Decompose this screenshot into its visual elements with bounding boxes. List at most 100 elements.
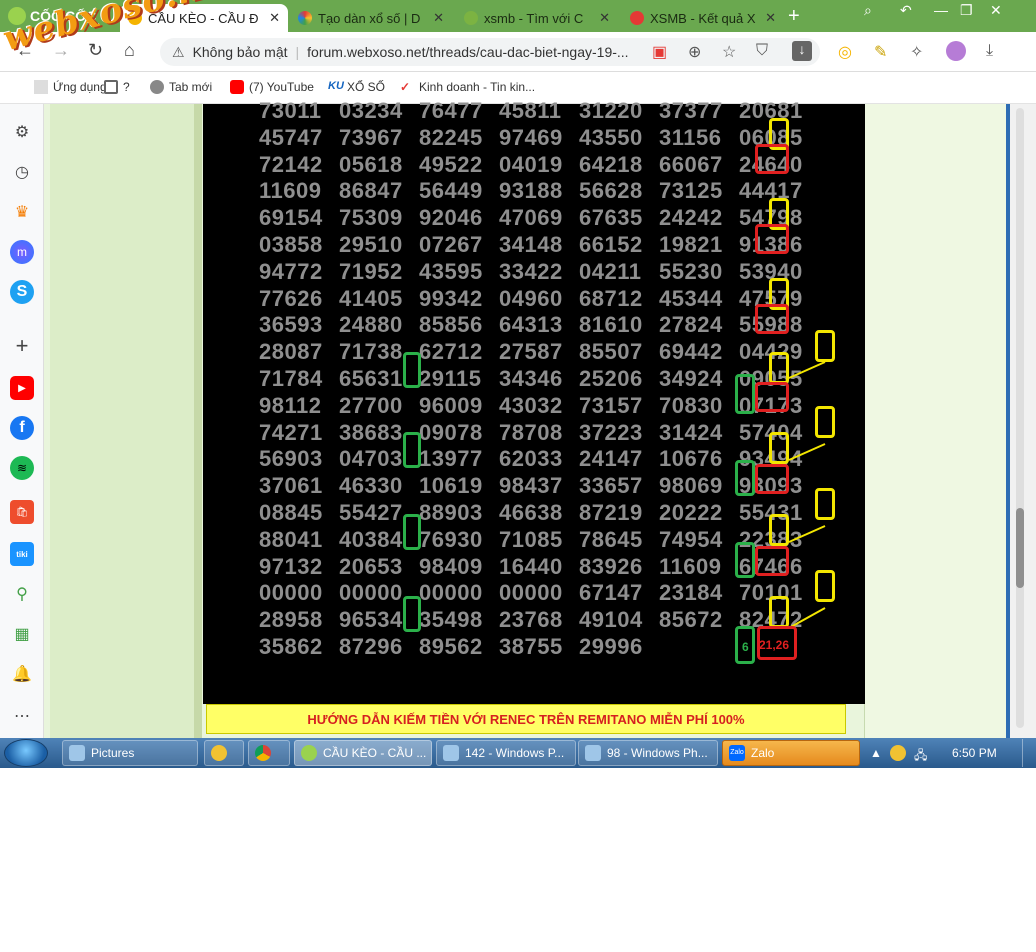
web-page: 73011 03234 76477 45811 31220 37377 20681 45747… [44,98,1006,740]
restore-icon[interactable]: ❐ [960,2,973,19]
promo-banner[interactable]: HƯỚNG DẪN KIẾM TIỀN VỚI RENEC TRÊN REMIT… [206,704,846,734]
shopee-icon[interactable]: 🛍 [10,500,34,524]
taskbar-label: Pictures [91,746,135,760]
reload-icon[interactable]: ↻ [88,40,103,61]
bookmark-label: Tab mới [169,80,213,94]
page-left-margin [50,104,200,740]
settings-icon[interactable]: ⚙ [10,120,34,144]
bookmark-folder[interactable]: ? [104,80,130,94]
minimize-icon[interactable]: — [934,2,948,18]
download-video-icon[interactable]: ↓ [792,41,812,61]
coccoc-game-icon[interactable]: ⚲ [10,582,34,606]
coccoc-icon [301,745,317,761]
taskbar-zalo[interactable]: Zalo Zalo [722,740,860,766]
facebook-icon[interactable]: f [10,416,34,440]
spotify-icon[interactable]: ≋ [10,456,34,480]
back-history-icon[interactable]: ↶ [900,2,912,19]
youtube-icon[interactable]: ▶ [10,376,34,400]
ku-icon: KU [328,80,344,92]
connector-line [788,443,826,461]
connector-lines [788,361,826,629]
taskbar-label: Zalo [751,746,775,760]
folder-icon [69,745,85,761]
photo-viewer-icon [443,745,459,761]
promo-banner-text: HƯỚNG DẪN KIẾM TIỀN VỚI RENEC TRÊN REMIT… [307,711,745,727]
messenger-icon[interactable]: m [10,240,34,264]
new-tab-button[interactable]: + [788,5,800,28]
zoom-icon[interactable]: ⊕ [688,42,701,62]
separator: | [295,44,300,60]
close-tab-icon[interactable]: ✕ [599,10,610,26]
tab-tao-dan[interactable]: Tạo dàn xổ số | D ✕ [290,4,452,32]
page-scrollbar[interactable] [1006,104,1036,740]
scrollbar-thumb[interactable] [1016,508,1024,588]
bookmark-tab-moi[interactable]: Tab mới [150,80,212,94]
security-label: Không bảo mật [192,44,288,60]
popup-blocked-icon[interactable]: ▣ [652,42,667,62]
close-tab-icon[interactable]: ✕ [433,10,444,26]
close-tab-icon[interactable]: ✕ [765,10,776,26]
taskbar-pictures[interactable]: Pictures [62,740,198,766]
answer-left-label: 6 [742,640,749,654]
history-icon[interactable]: ◷ [10,160,34,184]
globe-icon [150,80,164,94]
scrollbar-track[interactable] [1016,108,1024,728]
photo-viewer-icon [585,745,601,761]
omnibox[interactable]: ⚠ Không bảo mật | forum.webxoso.net/thre… [160,38,820,66]
crown-icon[interactable]: ♛ [10,200,34,224]
search-tabs-icon[interactable]: ⌕ [864,2,872,19]
add-icon[interactable]: + [10,333,34,358]
extensions-icon[interactable]: ✧ [910,42,923,62]
bookmark-xoso[interactable]: KU XỔ SỐ [328,80,385,94]
taskbar-photo-viewer-142[interactable]: 142 - Windows P... [436,740,576,766]
shield-icon[interactable]: ⛉ [756,42,768,60]
folder-icon [104,80,118,94]
show-desktop-button[interactable] [1022,739,1034,767]
bookmark-label: Ứng dụng [53,80,107,94]
page-right-margin [864,104,1006,740]
more-icon[interactable]: ⋯ [10,704,34,728]
tiki-icon[interactable]: tiki [10,542,34,566]
bookmark-kinh-doanh[interactable]: ✓ Kinh doanh - Tin kin... [400,80,535,94]
address-bar: ← → ↻ ⌂ ⚠ Không bảo mật | forum.webxoso.… [0,32,1036,72]
taskbar-coccoc[interactable]: CẦU KÈO - CẦU ... [294,740,432,766]
plus-icon [211,745,227,761]
check-icon: ✓ [400,80,411,94]
table-icon[interactable]: ▦ [10,622,34,646]
coccoc-search-icon [464,11,478,25]
youtube-icon [230,80,244,94]
tab-xsmb-ketqua[interactable]: XSMB - Kết quả X ✕ [622,4,784,32]
pencil-icon[interactable]: ✎ [874,42,887,62]
taskbar-photo-viewer-98[interactable]: 98 - Windows Ph... [578,740,718,766]
windows-start-button[interactable] [4,739,48,767]
skype-icon[interactable]: S [10,280,34,304]
taskbar-label: 98 - Windows Ph... [607,746,708,760]
tab-xsmb-search[interactable]: xsmb - Tìm với C ✕ [456,4,618,32]
url-text: forum.webxoso.net/threads/cau-dac-biet-n… [307,44,629,60]
close-tab-icon[interactable]: ✕ [269,10,280,26]
show-hidden-icons-icon[interactable]: ▲ [870,746,882,760]
download-icon[interactable]: ⤓ [986,42,993,60]
home-icon[interactable]: ⌂ [124,40,135,61]
taskbar-plus-app[interactable] [204,740,244,766]
bookmark-apps[interactable]: Ứng dụng [34,80,107,94]
star-icon[interactable]: ☆ [722,42,736,62]
tab-label: Tạo dàn xổ số | D [318,10,421,26]
clock[interactable]: 6:50 PM [952,746,997,760]
close-window-icon[interactable]: ✕ [990,2,1002,19]
avatar[interactable] [946,41,966,61]
bookmark-label: ? [123,80,130,94]
taskbar-chrome[interactable] [248,740,290,766]
page-frame [194,104,202,740]
warning-icon: ⚠ [172,43,185,60]
scrollbar-edge [1006,104,1010,740]
coccoc-extension-icon[interactable]: ◎ [838,42,852,62]
tray-app-icon[interactable] [890,745,906,761]
notification-bell-icon[interactable]: 🔔 [10,662,34,686]
bookmark-youtube[interactable]: (7) YouTube [230,80,314,94]
network-icon[interactable]: 🖧 [914,746,927,767]
chrome-icon [255,745,271,761]
connector-line [788,607,826,629]
tab-label: xsmb - Tìm với C [484,10,584,26]
lottery-result-image: 73011 03234 76477 45811 31220 37377 20681 45747… [203,98,865,704]
